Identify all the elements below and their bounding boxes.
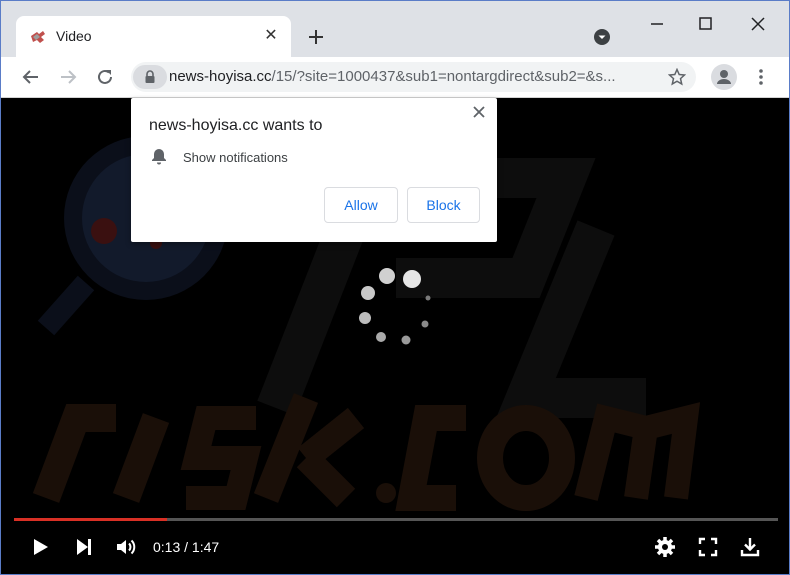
forward-arrow-icon[interactable] (58, 67, 78, 87)
reload-icon[interactable] (95, 67, 115, 87)
tab-video[interactable]: Video ✕ (16, 16, 291, 57)
profile-avatar[interactable] (711, 64, 737, 90)
maximize-icon[interactable] (695, 13, 717, 35)
notification-permission-dialog: news-hoyisa.cc wants to Show notificatio… (131, 98, 497, 242)
next-track-icon[interactable] (72, 535, 96, 559)
permission-text: Show notifications (183, 150, 288, 165)
site-info-button[interactable] (133, 65, 167, 89)
new-tab-plus-icon[interactable] (304, 25, 328, 49)
fullscreen-icon[interactable] (696, 535, 720, 559)
minimize-icon[interactable] (646, 13, 668, 35)
progress-played (14, 518, 167, 521)
bookmark-star-icon[interactable] (668, 68, 686, 86)
block-button[interactable]: Block (407, 187, 480, 223)
tab-title: Video (56, 28, 92, 44)
play-icon[interactable] (28, 535, 52, 559)
profile-person-icon (717, 70, 731, 84)
settings-gear-icon[interactable] (653, 535, 677, 559)
allow-button[interactable]: Allow (324, 187, 398, 223)
url-path: /15/?site=1000437&sub1=nontargdirect&sub… (271, 68, 616, 85)
volume-icon[interactable] (114, 535, 138, 559)
browser-toolbar: news-hoyisa.cc/15/?site=1000437&sub1=non… (1, 57, 789, 98)
menu-kebab-icon[interactable] (753, 67, 769, 87)
progress-bar[interactable] (14, 518, 778, 521)
close-window-icon[interactable] (747, 13, 769, 35)
url-host: news-hoyisa.cc (169, 68, 272, 85)
title-bar: Video ✕ (1, 1, 789, 57)
tab-search-chevron-icon[interactable] (593, 28, 611, 46)
tab-close-icon[interactable]: ✕ (261, 26, 281, 46)
download-icon[interactable] (738, 535, 762, 559)
puzzle-favicon-icon (31, 31, 45, 43)
dialog-close-icon[interactable] (471, 104, 487, 120)
browser-window: Video ✕ news-hoyisa.cc/15/?site=1000437&… (0, 0, 790, 575)
bell-icon (152, 149, 166, 165)
time-display: 0:13 / 1:47 (153, 539, 220, 555)
lock-icon (145, 70, 155, 83)
address-bar[interactable]: news-hoyisa.cc/15/?site=1000437&sub1=non… (131, 62, 696, 92)
loading-spinner-icon (359, 268, 431, 345)
back-arrow-icon[interactable] (21, 67, 41, 87)
url-text[interactable]: news-hoyisa.cc/15/?site=1000437&sub1=non… (169, 68, 659, 85)
dialog-title: news-hoyisa.cc wants to (149, 117, 323, 134)
